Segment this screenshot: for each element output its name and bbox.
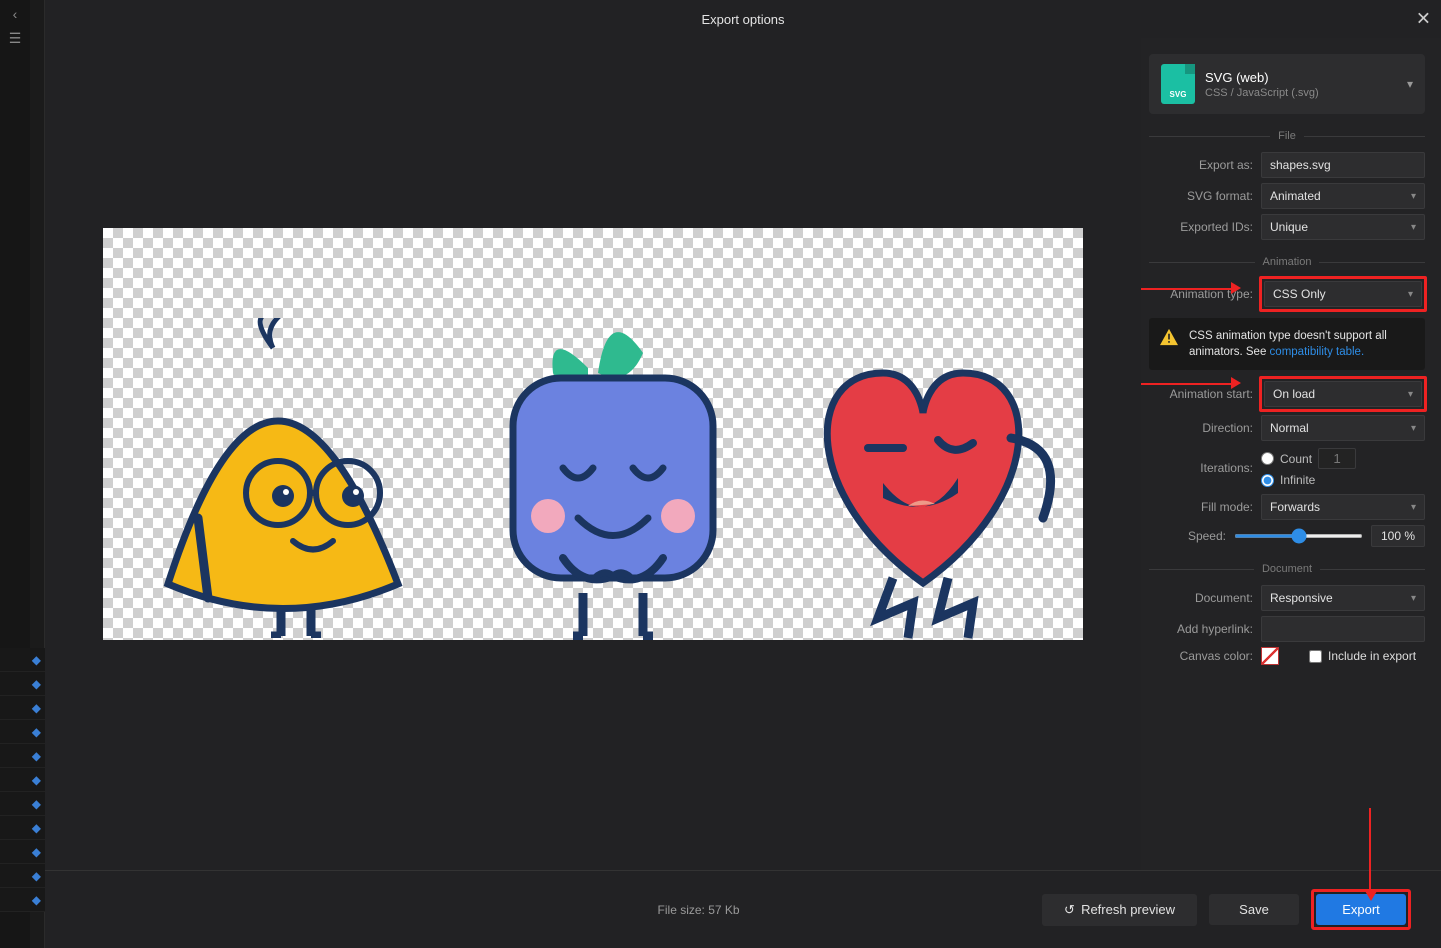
preview-character-berry [493,318,733,640]
label-document: Document: [1149,591,1253,605]
export-settings-panel: SVG SVG (web) CSS / JavaScript (.svg) ▾ … [1141,38,1441,870]
label-direction: Direction: [1149,421,1253,435]
animation-start-dropdown[interactable]: On load▾ [1264,381,1422,407]
dialog-title: Export options [701,12,784,27]
refresh-icon: ↻ [1064,902,1075,918]
file-size-label: File size: 57 Kb [355,903,1042,917]
iterations-count-label: Count [1280,452,1312,466]
annotation-arrowhead-export [1365,891,1377,901]
chevron-down-icon: ▾ [1407,77,1413,91]
fill-mode-dropdown[interactable]: Forwards▾ [1261,494,1425,520]
annotation-arrow-2 [1141,383,1231,385]
direction-dropdown[interactable]: Normal▾ [1261,415,1425,441]
preview-canvas [103,228,1083,640]
iterations-count-radio[interactable] [1261,452,1274,465]
exported-ids-dropdown[interactable]: Unique▾ [1261,214,1425,240]
format-selector[interactable]: SVG SVG (web) CSS / JavaScript (.svg) ▾ [1149,54,1425,114]
iterations-infinite-label: Infinite [1280,473,1315,487]
close-icon[interactable]: ✕ [1416,9,1431,30]
label-export-as: Export as: [1149,158,1253,172]
canvas-color-swatch[interactable] [1261,647,1279,665]
label-iterations: Iterations: [1149,461,1253,475]
label-fill-mode: Fill mode: [1149,500,1253,514]
dialog-titlebar: Export options ✕ [45,0,1441,38]
include-in-export-checkbox[interactable] [1309,650,1322,663]
preview-character-heart [773,318,1073,640]
preview-character-pear [153,318,413,638]
export-button[interactable]: Export [1316,894,1406,925]
panel-icon[interactable]: ☰ [9,30,22,47]
label-speed: Speed: [1149,529,1226,543]
format-subtitle: CSS / JavaScript (.svg) [1205,87,1319,99]
label-svg-format: SVG format: [1149,189,1253,203]
back-icon[interactable]: ‹ [13,6,18,22]
section-document: Document [1149,563,1425,575]
annotation-arrowhead-1 [1231,282,1241,294]
iterations-infinite-radio[interactable] [1261,474,1274,487]
section-animation: Animation [1149,256,1425,268]
warning-icon [1159,328,1179,346]
svg-format-dropdown[interactable]: Animated▾ [1261,183,1425,209]
hyperlink-input[interactable] [1261,616,1425,642]
animation-type-dropdown[interactable]: CSS Only▾ [1264,281,1422,307]
save-button[interactable]: Save [1209,894,1299,925]
export-dialog: Export options ✕ [45,0,1441,948]
iterations-count-input[interactable] [1318,448,1356,469]
timeline-background: ◆ ◆ ◆ ◆ ◆ ◆ ◆ ◆ ◆ ◆ ◆ [0,648,45,948]
filename-input[interactable] [1261,152,1425,178]
document-dropdown[interactable]: Responsive▾ [1261,585,1425,611]
label-animation-start: Animation start: [1149,387,1253,401]
preview-pane [45,38,1141,870]
compatibility-link[interactable]: compatibility table. [1270,346,1365,358]
format-name: SVG (web) [1205,70,1319,85]
section-file: File [1149,130,1425,142]
label-hyperlink: Add hyperlink: [1149,622,1253,636]
include-in-export-label: Include in export [1328,649,1416,663]
annotation-arrow-1 [1141,288,1231,290]
dialog-footer: File size: 57 Kb ↻ Refresh preview Save … [45,870,1441,948]
css-warning: CSS animation type doesn't support all a… [1149,318,1425,370]
annotation-arrowhead-2 [1231,377,1241,389]
annotation-arrow-export [1369,808,1371,893]
refresh-preview-button[interactable]: ↻ Refresh preview [1042,894,1197,926]
label-canvas-color: Canvas color: [1149,649,1253,663]
speed-value[interactable]: 100 % [1371,525,1425,547]
svg-file-icon: SVG [1161,64,1195,104]
label-exported-ids: Exported IDs: [1149,220,1253,234]
speed-slider[interactable] [1234,534,1363,538]
